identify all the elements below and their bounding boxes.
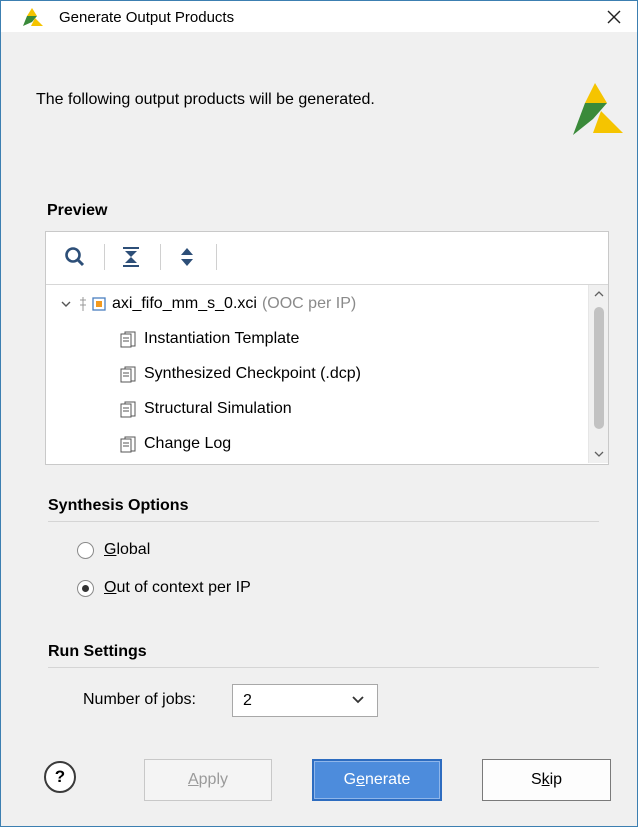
jobs-value: 2 <box>243 692 252 709</box>
run-settings-label: Run Settings <box>48 643 147 660</box>
help-button[interactable]: ? <box>44 761 76 793</box>
tree-item-label: Instantiation Template <box>144 330 300 347</box>
close-icon <box>607 10 621 23</box>
tree-item-label: Synthesized Checkpoint (.dcp) <box>144 365 361 382</box>
chevron-down-icon[interactable] <box>60 298 72 310</box>
section-divider <box>48 667 599 668</box>
document-icon <box>120 331 136 347</box>
tree-item-label: Change Log <box>144 435 232 452</box>
xilinx-logo-large-icon <box>573 83 623 135</box>
expand-all-icon <box>181 248 193 266</box>
radio-global[interactable]: Global <box>77 541 150 559</box>
tree-root-row[interactable]: axi_fifo_mm_s_0.xci (OOC per IP) <box>60 287 356 321</box>
radio-label: Global <box>104 541 151 558</box>
expand-all-button[interactable] <box>174 244 200 270</box>
document-icon <box>120 436 136 452</box>
radio-button-selected[interactable] <box>77 579 94 597</box>
number-of-jobs-select[interactable]: 2 <box>232 684 378 717</box>
toolbar-separator <box>160 244 161 270</box>
close-button[interactable] <box>591 1 637 32</box>
preview-label: Preview <box>47 202 108 219</box>
skip-button[interactable]: Skip <box>482 759 611 801</box>
chevron-up-icon <box>594 291 603 297</box>
title-bar[interactable]: Generate Output Products <box>1 1 637 32</box>
tree-item[interactable]: Instantiation Template <box>120 322 299 356</box>
toolbar-separator <box>104 244 105 270</box>
window-title: Generate Output Products <box>59 9 235 26</box>
toolbar-separator <box>216 244 217 270</box>
chevron-down-icon <box>352 696 364 704</box>
radio-label: Out of context per IP <box>104 579 251 596</box>
generate-button[interactable]: Generate <box>312 759 442 801</box>
tree-scrollbar[interactable] <box>588 285 608 463</box>
section-divider <box>48 521 599 522</box>
tree-item[interactable]: Synthesized Checkpoint (.dcp) <box>120 357 361 391</box>
tree-item-label: Structural Simulation <box>144 400 292 417</box>
preview-toolbar <box>46 232 608 285</box>
ip-block-icon <box>80 297 106 311</box>
dialog-window: Generate Output Products The following o… <box>0 0 638 827</box>
scroll-down-arrow[interactable] <box>589 445 608 463</box>
preview-panel: axi_fifo_mm_s_0.xci (OOC per IP) Instant… <box>45 231 609 465</box>
xilinx-logo-icon <box>23 8 43 26</box>
document-icon <box>120 366 136 382</box>
search-icon <box>65 247 85 267</box>
collapse-all-icon <box>123 247 139 267</box>
synthesis-options-label: Synthesis Options <box>48 497 189 514</box>
tree-item[interactable]: Change Log <box>120 427 231 461</box>
collapse-all-button[interactable] <box>118 244 144 270</box>
radio-button[interactable] <box>77 541 94 559</box>
document-icon <box>120 401 136 417</box>
apply-button[interactable]: Apply <box>144 759 272 801</box>
ip-file-name: axi_fifo_mm_s_0.xci <box>112 295 257 312</box>
intro-text: The following output products will be ge… <box>36 91 375 108</box>
number-of-jobs-label: Number of jobs: <box>83 691 196 708</box>
output-products-tree: axi_fifo_mm_s_0.xci (OOC per IP) Instant… <box>46 285 586 463</box>
radio-out-of-context[interactable]: Out of context per IP <box>77 579 251 597</box>
scroll-thumb[interactable] <box>594 307 604 429</box>
chevron-down-icon <box>594 451 603 457</box>
tree-item[interactable]: Structural Simulation <box>120 392 292 426</box>
ip-file-suffix: (OOC per IP) <box>261 295 357 312</box>
scroll-up-arrow[interactable] <box>589 285 608 303</box>
search-button[interactable] <box>62 244 88 270</box>
